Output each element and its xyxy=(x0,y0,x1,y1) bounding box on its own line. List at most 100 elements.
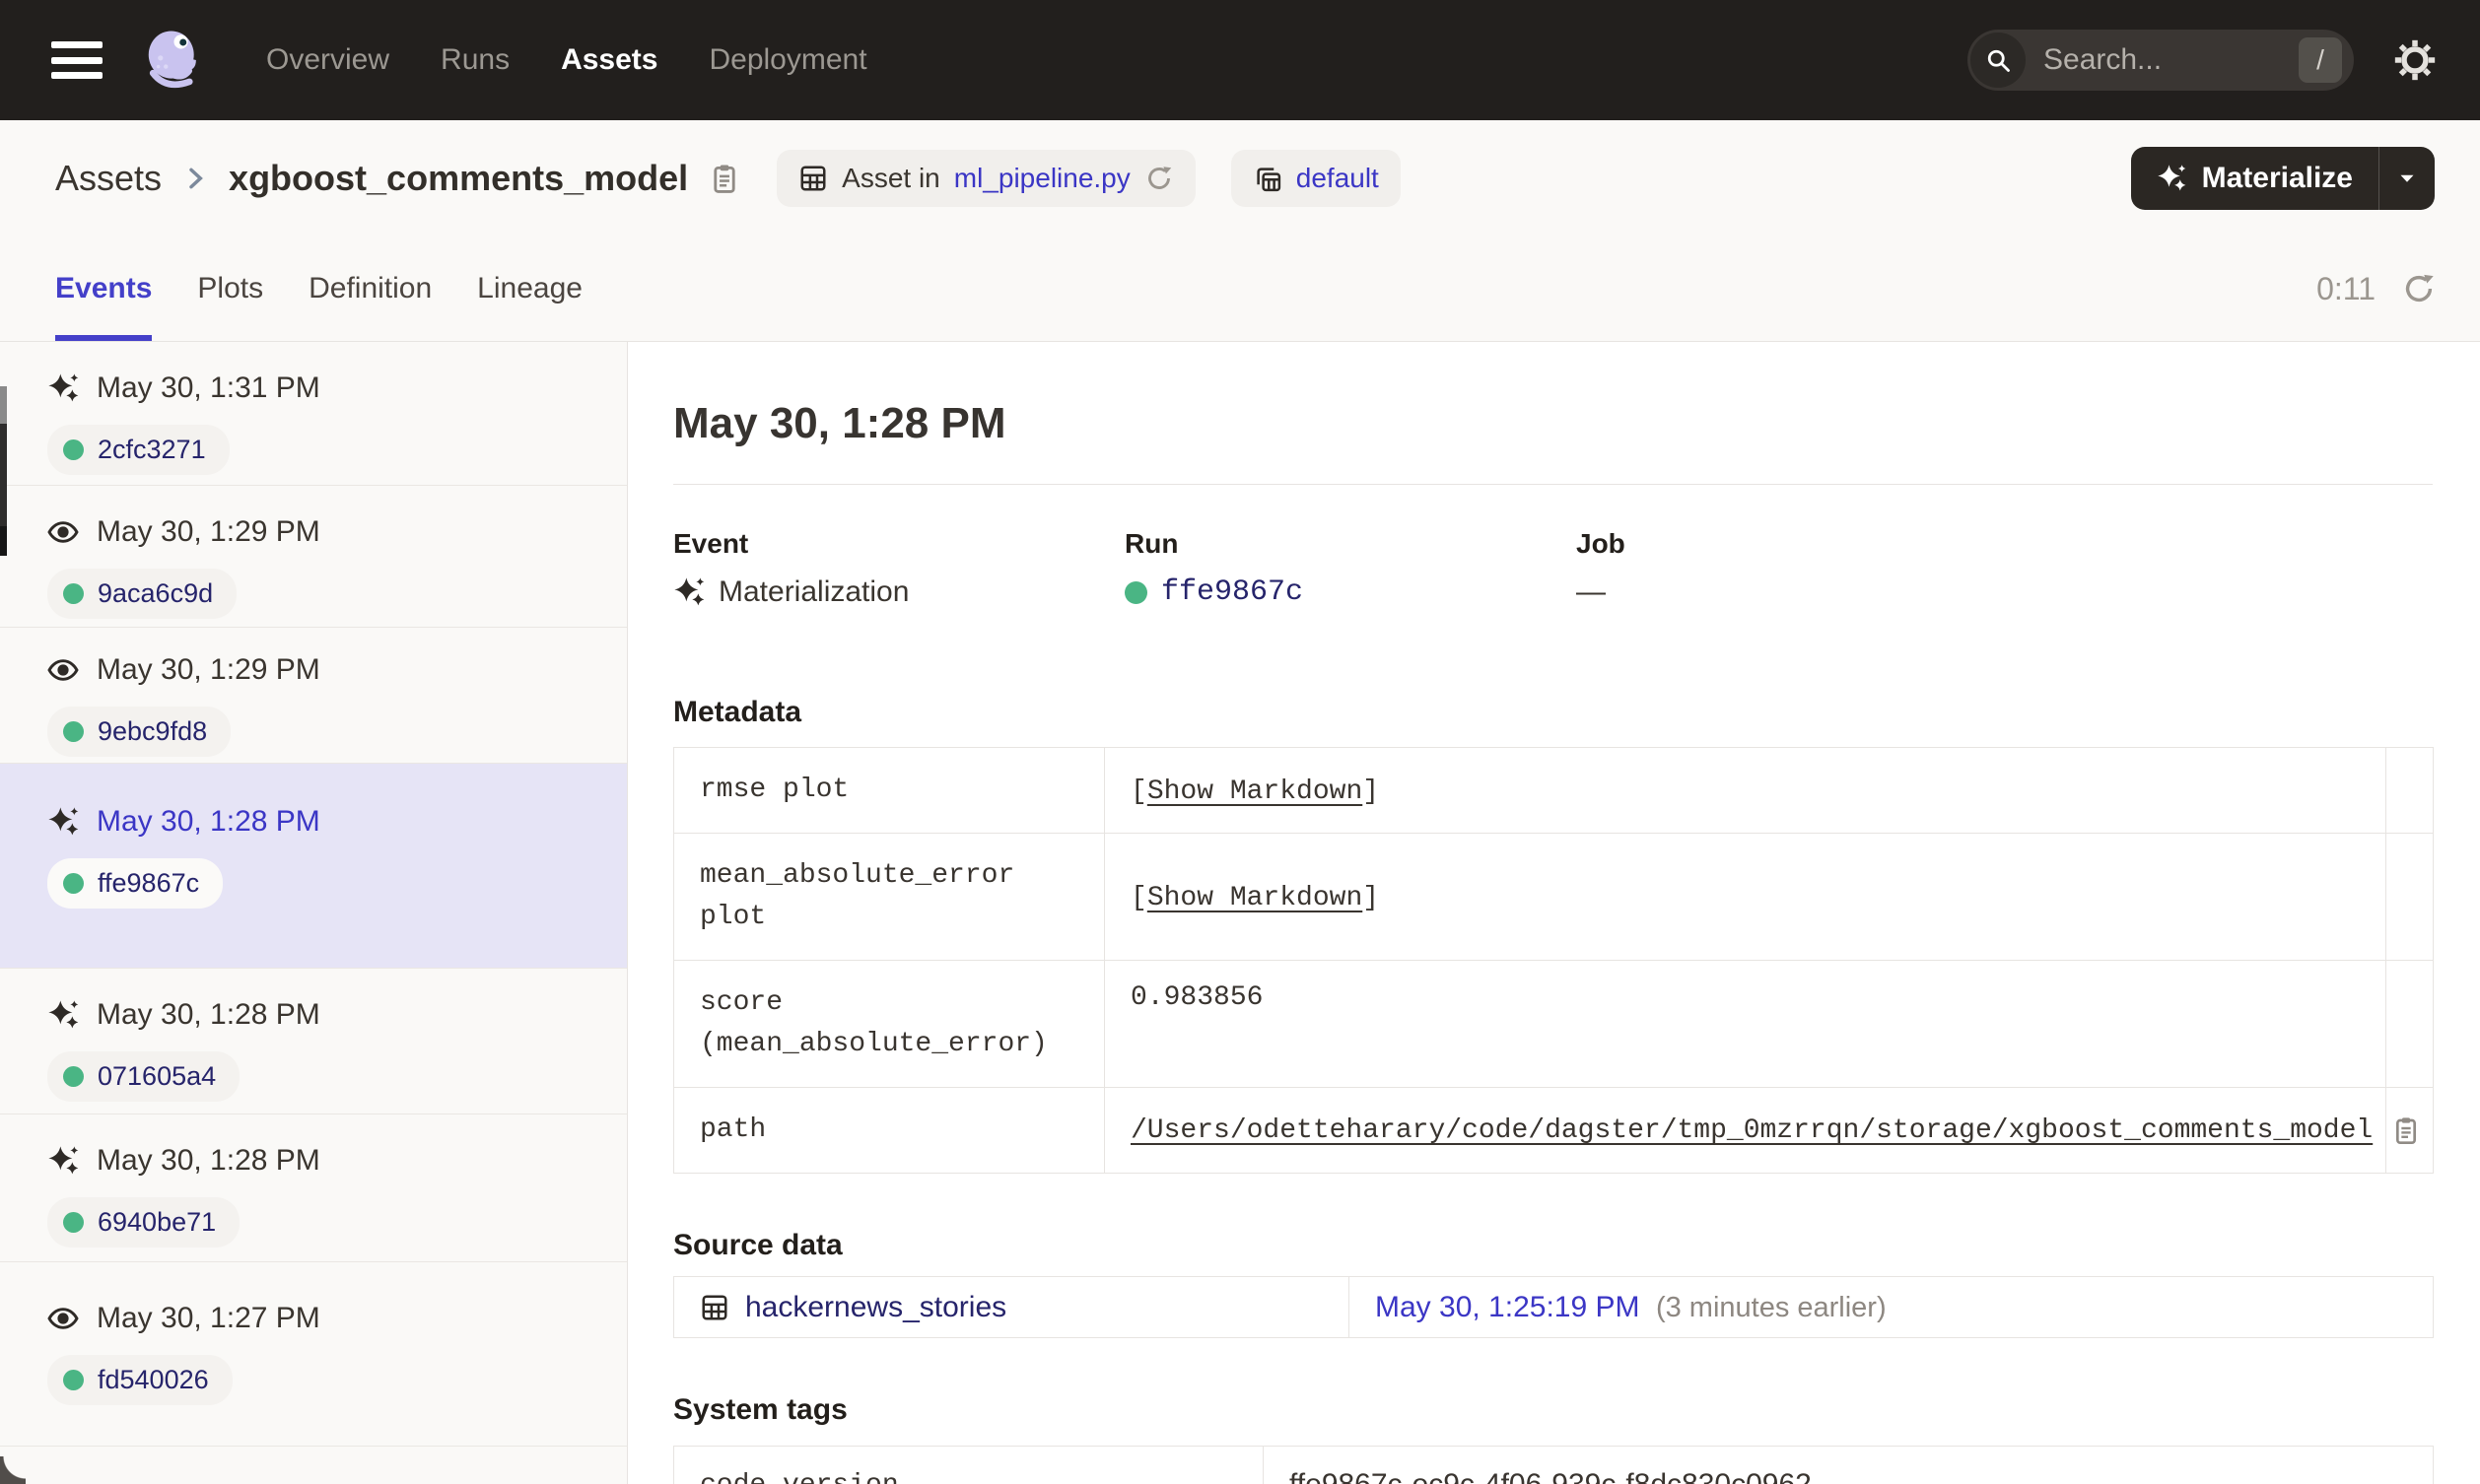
search-input[interactable]: Search... / xyxy=(1967,30,2354,91)
event-detail-title: May 30, 1:28 PM xyxy=(673,399,1006,447)
run-tag[interactable]: 6940be71 xyxy=(47,1197,241,1248)
sparkle-icon xyxy=(2157,164,2186,193)
run-id: 2cfc3271 xyxy=(98,435,206,464)
source-asset-link[interactable]: hackernews_stories xyxy=(745,1291,1006,1324)
asset-definition-pill[interactable]: Asset in ml_pipeline.py xyxy=(777,150,1196,207)
refresh-countdown: 0:11 xyxy=(2316,270,2376,306)
asset-group-pill[interactable]: default xyxy=(1230,150,1401,207)
table-row: mean_absolute_error plot [Show Markdown] xyxy=(673,833,2434,961)
run-status-dot xyxy=(63,1212,84,1233)
repo-icon xyxy=(1253,164,1282,193)
event-list-item[interactable]: May 30, 1:29 PM 9aca6c9d xyxy=(0,486,627,628)
event-detail-panel: May 30, 1:28 PM Event Materialization Ru… xyxy=(628,342,2480,1484)
nav-item-deployment[interactable]: Deployment xyxy=(709,43,866,77)
event-date: May 30, 1:29 PM xyxy=(97,515,320,548)
run-column-label: Run xyxy=(1125,528,1179,559)
screen-edge-artifact xyxy=(0,386,7,556)
table-row: path /Users/odetteharary/code/dagster/tm… xyxy=(673,1087,2434,1174)
window-corner-artifact xyxy=(0,1456,26,1484)
run-tag[interactable]: fd540026 xyxy=(47,1355,233,1405)
copy-path-icon[interactable] xyxy=(2390,1114,2422,1146)
source-data-table: hackernews_stories May 30, 1:25:19 PM (3… xyxy=(673,1276,2434,1338)
table-row: code_version ffe9867c-ec9c-4f06-939c-f8d… xyxy=(673,1446,2434,1484)
materialization-sparkle-icon xyxy=(47,1145,79,1177)
source-time-link[interactable]: May 30, 1:25:19 PM xyxy=(1375,1291,1639,1323)
materialize-label: Materialize xyxy=(2201,162,2353,194)
materialization-sparkle-icon xyxy=(47,806,79,838)
event-date: May 30, 1:28 PM xyxy=(97,998,320,1031)
run-tag[interactable]: 9ebc9fd8 xyxy=(47,707,232,757)
event-list-item[interactable]: May 30, 1:28 PM 6940be71 xyxy=(0,1114,627,1262)
tab-plots[interactable]: Plots xyxy=(197,236,263,341)
run-tag[interactable]: 9aca6c9d xyxy=(47,569,238,619)
table-row: hackernews_stories May 30, 1:25:19 PM (3… xyxy=(673,1276,2434,1338)
run-id: ffe9867c xyxy=(98,868,200,898)
show-markdown-link[interactable]: [Show Markdown] xyxy=(1131,776,1379,807)
reload-definitions-icon[interactable] xyxy=(1144,164,1174,193)
run-id-link[interactable]: ffe9867c xyxy=(1161,575,1303,609)
table-icon xyxy=(798,164,828,193)
event-list-item[interactable]: May 30, 1:29 PM 9ebc9fd8 xyxy=(0,628,627,764)
metadata-heading: Metadata xyxy=(673,696,802,728)
table-row: rmse plot [Show Markdown] xyxy=(673,747,2434,834)
system-tags-table: code_version ffe9867c-ec9c-4f06-939c-f8d… xyxy=(673,1446,2434,1484)
run-id: 9ebc9fd8 xyxy=(98,716,208,746)
table-row: score (mean_absolute_error) 0.983856 xyxy=(673,960,2434,1088)
nav-item-runs[interactable]: Runs xyxy=(441,43,510,77)
path-link[interactable]: /Users/odetteharary/code/dagster/tmp_0mz… xyxy=(1131,1115,2373,1146)
pipeline-file-link[interactable]: ml_pipeline.py xyxy=(954,163,1131,194)
settings-gear-icon[interactable] xyxy=(2393,38,2437,82)
tab-events[interactable]: Events xyxy=(55,236,153,341)
nav-item-assets[interactable]: Assets xyxy=(561,43,657,77)
event-date: May 30, 1:29 PM xyxy=(97,653,320,686)
run-id: 9aca6c9d xyxy=(98,578,214,608)
job-column-label: Job xyxy=(1576,528,1625,559)
top-navbar: Overview Runs Assets Deployment Search..… xyxy=(0,0,2480,120)
metadata-key: rmse plot xyxy=(673,747,1105,834)
job-value: — xyxy=(1576,575,1606,608)
group-default-link[interactable]: default xyxy=(1296,163,1379,194)
materialize-button[interactable]: Materialize xyxy=(2131,147,2378,210)
event-date: May 30, 1:28 PM xyxy=(97,1144,320,1177)
system-tag-key: code_version xyxy=(673,1446,1264,1484)
run-id: 071605a4 xyxy=(98,1061,217,1091)
run-status-dot xyxy=(63,721,84,742)
system-tags-heading: System tags xyxy=(673,1393,848,1426)
event-list-item[interactable]: May 30, 1:28 PM 071605a4 xyxy=(0,969,627,1114)
run-id: fd540026 xyxy=(98,1365,209,1394)
tab-lineage[interactable]: Lineage xyxy=(477,236,583,341)
divider xyxy=(673,484,2433,485)
search-shortcut-badge: / xyxy=(2299,37,2342,83)
tab-bar: Events Plots Definition Lineage 0:11 xyxy=(0,236,2480,342)
observation-eye-icon xyxy=(47,1303,79,1334)
search-icon xyxy=(1970,33,2026,88)
metadata-table: rmse plot [Show Markdown] mean_absolute_… xyxy=(673,747,2434,1174)
refresh-icon[interactable] xyxy=(2401,271,2437,306)
event-date: May 30, 1:31 PM xyxy=(97,371,320,404)
show-markdown-link[interactable]: [Show Markdown] xyxy=(1131,883,1379,913)
event-summary-columns: Event Materialization Run ffe9867c Job — xyxy=(673,528,2480,609)
dagster-logo-icon[interactable] xyxy=(140,26,209,95)
copy-asset-name-icon[interactable] xyxy=(708,162,741,195)
run-id: 6940be71 xyxy=(98,1207,217,1237)
run-tag[interactable]: 2cfc3271 xyxy=(47,425,230,475)
run-status-dot xyxy=(63,583,84,604)
run-status-dot xyxy=(1125,580,1147,604)
materialize-dropdown-button[interactable] xyxy=(2379,147,2435,210)
hamburger-menu-icon[interactable] xyxy=(51,41,103,79)
event-date: May 30, 1:27 PM xyxy=(97,1302,320,1334)
nav-item-overview[interactable]: Overview xyxy=(266,43,389,77)
event-list-item-selected[interactable]: May 30, 1:28 PM ffe9867c xyxy=(0,764,627,969)
asset-in-label: Asset in xyxy=(842,163,940,193)
main-nav: Overview Runs Assets Deployment xyxy=(266,43,867,77)
event-list-item[interactable]: May 30, 1:31 PM 2cfc3271 xyxy=(0,342,627,486)
tab-definition[interactable]: Definition xyxy=(309,236,432,341)
run-tag[interactable]: 071605a4 xyxy=(47,1051,241,1102)
run-tag[interactable]: ffe9867c xyxy=(47,858,224,909)
run-status-dot xyxy=(63,1370,84,1390)
event-list-item[interactable]: May 30, 1:27 PM fd540026 xyxy=(0,1262,627,1447)
observation-eye-icon xyxy=(47,516,79,548)
breadcrumb-assets-link[interactable]: Assets xyxy=(55,158,162,199)
source-data-heading: Source data xyxy=(673,1229,843,1261)
event-column-label: Event xyxy=(673,528,749,559)
